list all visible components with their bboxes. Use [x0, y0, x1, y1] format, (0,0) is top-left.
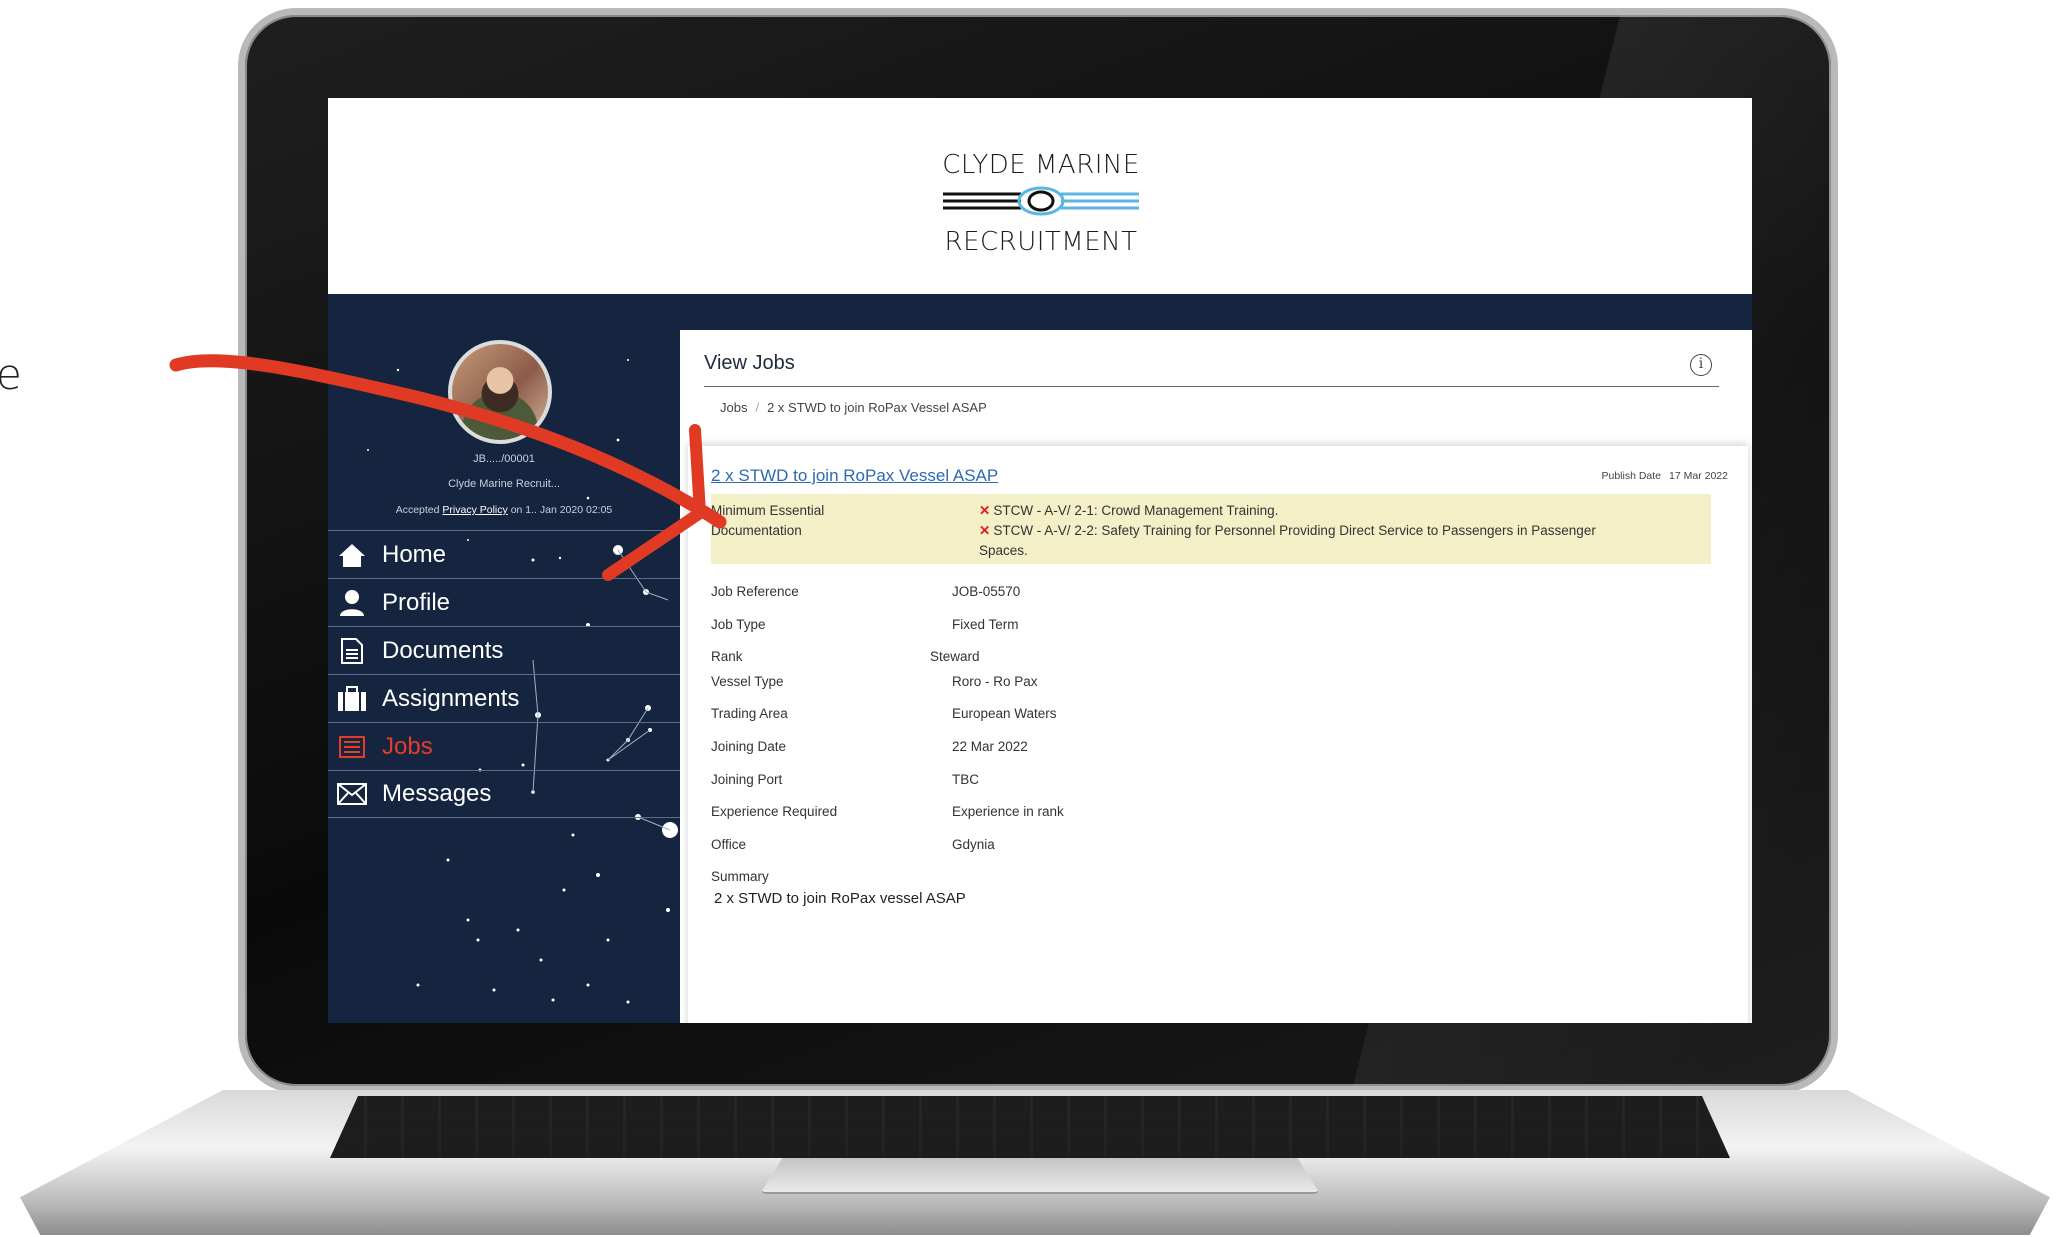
- privacy-acceptance: Accepted Privacy Policy on 1.. Jan 2020 …: [328, 504, 680, 516]
- field-label: Vessel Type: [711, 674, 784, 689]
- sidebar-item-label: Documents: [382, 636, 504, 664]
- field-value-job-type: Fixed Term: [952, 617, 1019, 632]
- breadcrumb-current: 2 x STWD to join RoPax Vessel ASAP: [767, 400, 987, 415]
- sidebar-item-label: Jobs: [382, 732, 433, 760]
- job-title-link[interactable]: 2 x STWD to join RoPax Vessel ASAP: [711, 466, 998, 486]
- edge-text-fragment: e: [0, 350, 22, 399]
- document-icon: [336, 636, 368, 666]
- sidebar-nav: Home Profile Documents Assignments Jobs …: [328, 530, 680, 818]
- rope-knot-icon: [943, 186, 1139, 216]
- sidebar-item-label: Assignments: [382, 684, 520, 712]
- main-content: View Jobs i Jobs / 2 x STWD to join RoPax …: [680, 330, 1752, 1023]
- sidebar-item-label: Messages: [382, 780, 492, 807]
- site-header: CLYDE MARINE RECRUITMENT: [328, 98, 1752, 294]
- title-divider: [704, 386, 1719, 387]
- missing-cross-icon: ✕: [979, 523, 991, 538]
- sidebar-item-jobs[interactable]: Jobs: [328, 722, 680, 770]
- brand-logo[interactable]: CLYDE MARINE RECRUITMENT: [916, 150, 1166, 257]
- field-value-job-reference: JOB-05570: [952, 584, 1021, 599]
- document-requirement-text: STCW - A-V/ 2-1: Crowd Management Traini…: [993, 503, 1279, 518]
- essential-documents-label: Minimum Essential Documentation: [711, 501, 881, 541]
- missing-cross-icon: ✕: [979, 503, 991, 518]
- brand-name-top: CLYDE MARINE: [942, 150, 1140, 180]
- field-label: Job Reference: [711, 584, 799, 599]
- sidebar-item-label: Home: [382, 540, 447, 568]
- field-value-trading-area: European Waters: [952, 706, 1057, 721]
- field-label: Joining Port: [711, 772, 783, 787]
- essential-documents-label-line: Minimum Essential: [711, 503, 825, 518]
- privacy-policy-link[interactable]: Privacy Policy: [442, 504, 507, 516]
- breadcrumb-jobs[interactable]: Jobs: [720, 400, 747, 415]
- publish-date-label: Publish Date: [1601, 470, 1662, 482]
- laptop-trackpad: [760, 1158, 1320, 1194]
- document-requirement-text: STCW - A-V/ 2-2: Safety Training for Per…: [993, 523, 1596, 538]
- briefcase-icon: [336, 684, 368, 714]
- accepted-prefix: Accepted: [395, 504, 440, 516]
- publish-date-value: 17 Mar 2022: [1669, 470, 1728, 482]
- field-value-experience-required: Experience in rank: [952, 804, 1064, 819]
- brand-name-bottom: RECRUITMENT: [944, 227, 1138, 257]
- sidebar-item-label: Profile: [382, 588, 451, 616]
- envelope-icon: [336, 779, 368, 809]
- field-label: Rank: [711, 649, 743, 664]
- document-requirement: ✕ STCW - A-V/ 2-1: Crowd Management Train…: [979, 501, 1699, 521]
- jobs-icon: [336, 732, 368, 762]
- sidebar-item-home[interactable]: Home: [328, 530, 680, 578]
- job-card: 2 x STWD to join RoPax Vessel ASAP Publi…: [688, 446, 1748, 1023]
- header-bar: [328, 294, 1752, 330]
- breadcrumb: Jobs / 2 x STWD to join RoPax Vessel ASAP: [720, 400, 987, 415]
- field-label: Experience Required: [711, 804, 838, 819]
- field-label: Trading Area: [711, 706, 788, 721]
- field-value-office: Gdynia: [952, 837, 995, 852]
- accepted-suffix: on 1.. Jan 2020 02:05: [510, 504, 613, 516]
- field-value-rank: Steward: [930, 649, 980, 664]
- user-company: Clyde Marine Recruit...: [448, 478, 560, 490]
- page-title: View Jobs: [704, 352, 795, 374]
- breadcrumb-separator: /: [755, 400, 760, 415]
- field-label: Office: [711, 837, 747, 852]
- field-value-joining-date: 22 Mar 2022: [952, 739, 1028, 754]
- essential-documents-label-line: Documentation: [711, 523, 802, 538]
- sidebar-item-documents[interactable]: Documents: [328, 626, 680, 674]
- field-label: Joining Date: [711, 739, 787, 754]
- info-icon[interactable]: i: [1690, 354, 1712, 376]
- document-requirement: ✕ STCW - A-V/ 2-2: Safety Training for Pe…: [979, 521, 1699, 541]
- essential-documents-box: Minimum Essential Documentation ✕ STCW - …: [711, 494, 1711, 564]
- publish-date: Publish Date 17 Mar 2022: [1601, 470, 1728, 482]
- sidebar-item-profile[interactable]: Profile: [328, 578, 680, 626]
- sidebar: JB...../00001 Clyde Marine Recruit... Ac…: [328, 330, 680, 1023]
- summary-label: Summary: [711, 869, 769, 884]
- sidebar-item-messages[interactable]: Messages: [328, 770, 680, 818]
- user-avatar[interactable]: [448, 340, 552, 444]
- laptop-screen: CLYDE MARINE RECRUITMENT JB...../00001 C…: [328, 98, 1752, 1023]
- essential-documents-list: ✕ STCW - A-V/ 2-1: Crowd Management Train…: [979, 501, 1699, 561]
- user-id: JB...../00001: [473, 453, 535, 465]
- field-value-vessel-type: Roro - Ro Pax: [952, 674, 1038, 689]
- summary-text: 2 x STWD to join RoPax vessel ASAP: [714, 890, 966, 907]
- sidebar-item-assignments[interactable]: Assignments: [328, 674, 680, 722]
- field-label: Job Type: [711, 617, 766, 632]
- laptop-keyboard: [330, 1096, 1730, 1158]
- field-value-joining-port: TBC: [952, 772, 979, 787]
- document-requirement-text-continued: Spaces.: [979, 543, 1028, 558]
- home-icon: [336, 540, 368, 570]
- user-icon: [336, 588, 368, 618]
